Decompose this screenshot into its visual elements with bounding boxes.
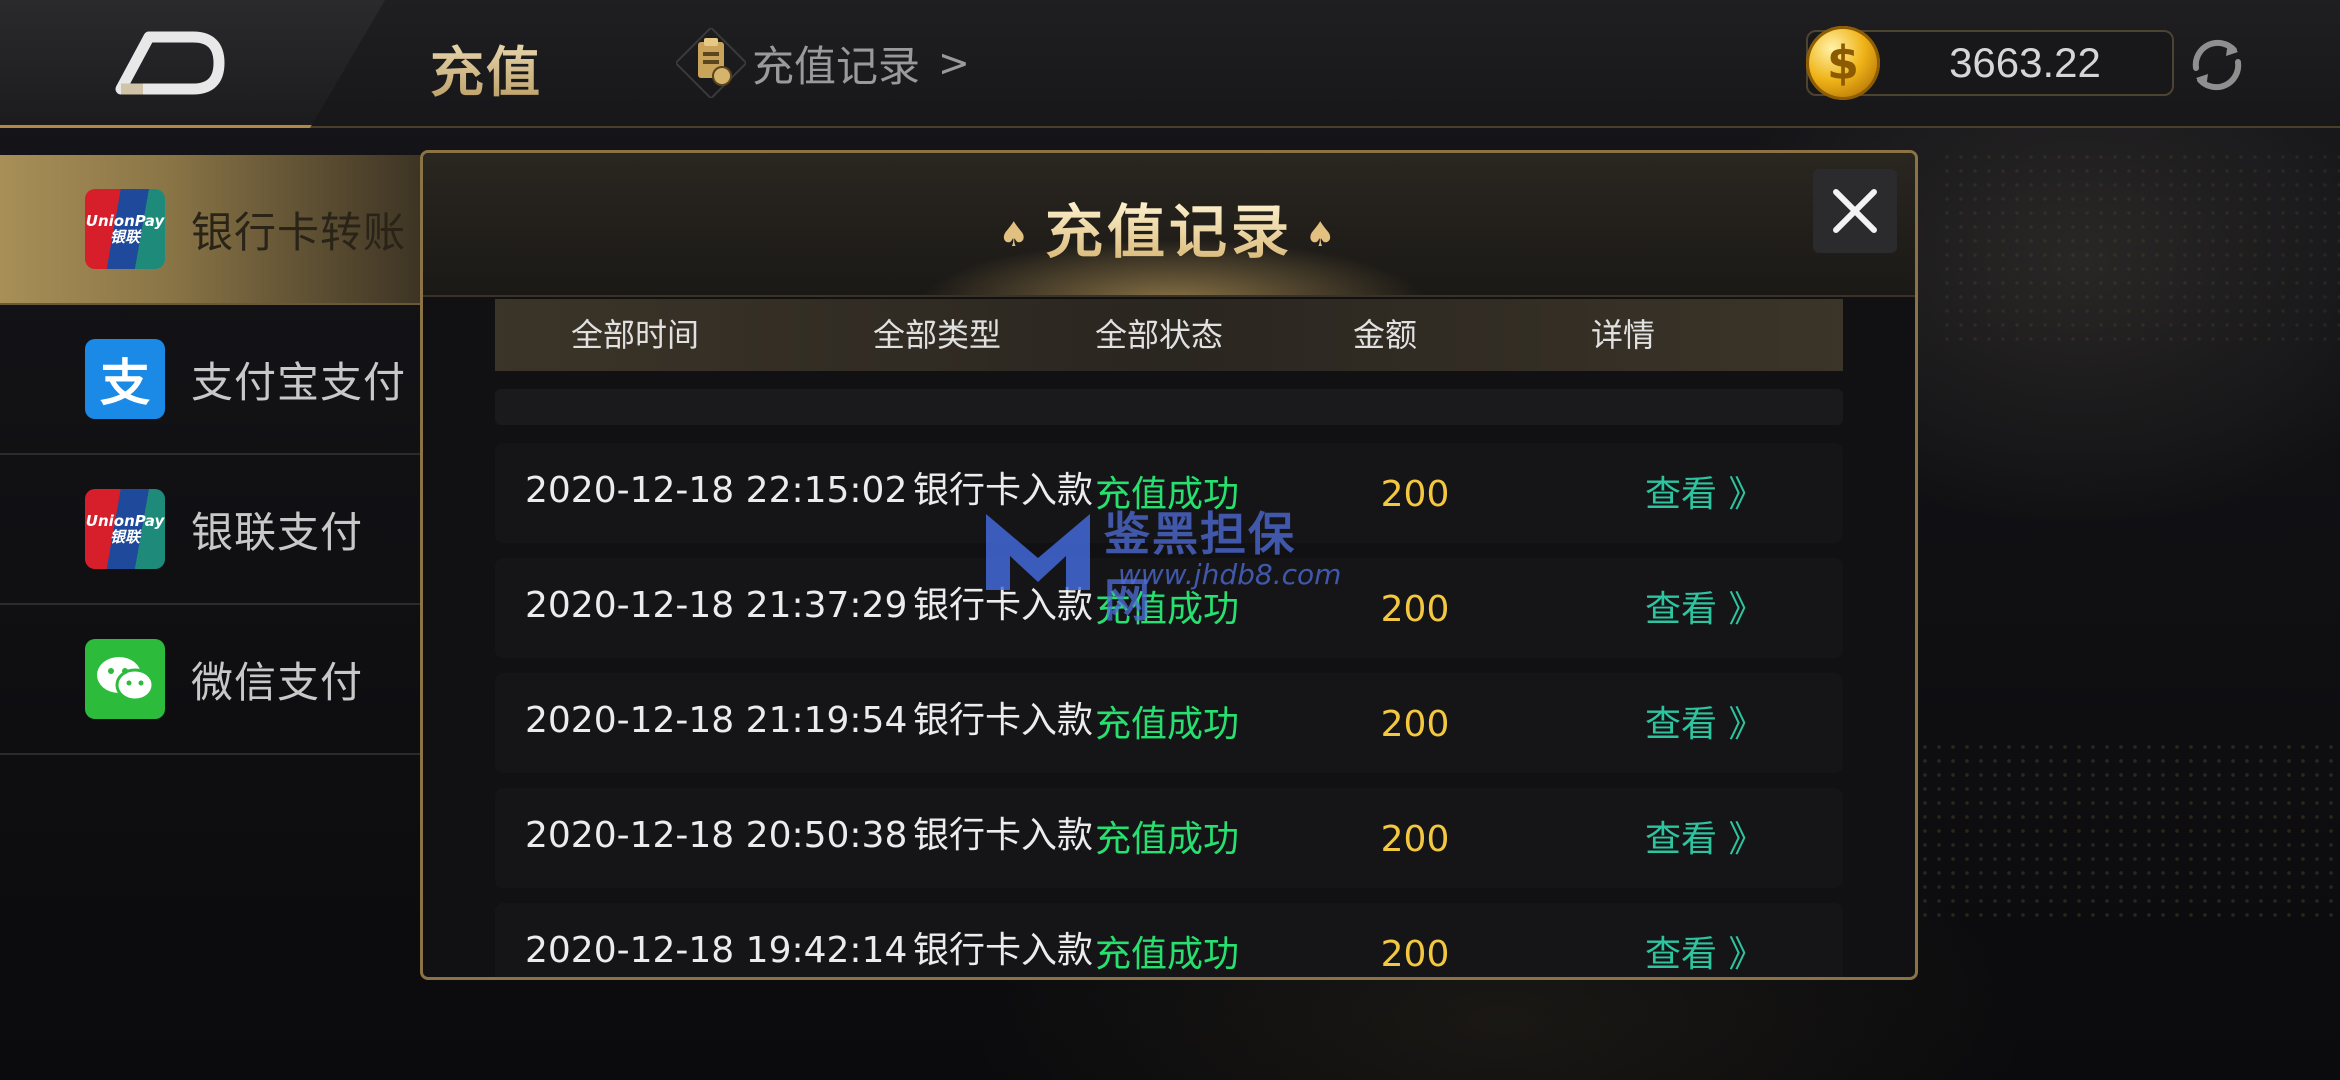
dialog-title-text: 充值记录 — [1044, 198, 1293, 266]
table-row: 2020-12-18 19:42:14 银行卡入款 充值成功 200 查看 》 — [495, 903, 1843, 977]
table-row: 2020-12-18 21:19:54 银行卡入款 充值成功 200 查看 》 — [495, 673, 1843, 773]
app-root: 充值 充值记录 > $ 3663.22 UnionPay 银联 银行卡转账 支 … — [0, 0, 2340, 1080]
row-status: 充值成功 — [1094, 934, 1239, 975]
back-icon — [115, 31, 225, 95]
background-dots — [1940, 150, 2340, 350]
coin-icon: $ — [1806, 26, 1880, 100]
view-detail-link[interactable]: 查看 》 — [1645, 558, 1764, 658]
top-bar: 充值 充值记录 > $ 3663.22 — [0, 0, 2340, 128]
row-amount: 200 — [1380, 934, 1450, 975]
filter-status[interactable]: 全部状态 — [1079, 299, 1239, 371]
row-time: 2020-12-18 20:50:38 — [525, 815, 908, 856]
row-status: 充值成功 — [1094, 819, 1239, 860]
row-status: 充值成功 — [1094, 589, 1239, 630]
table-row: 2020-12-18 21:37:29 银行卡入款 充值成功 200 查看 》 — [495, 558, 1843, 658]
close-icon — [1833, 189, 1877, 233]
back-button[interactable] — [100, 22, 240, 106]
sidebar-item-wechat[interactable]: 微信支付 — [0, 605, 420, 755]
table-row-partial — [495, 389, 1843, 425]
table-row: 2020-12-18 20:50:38 银行卡入款 充值成功 200 查看 》 — [495, 788, 1843, 888]
sidebar-item-unionpay[interactable]: UnionPay 银联 银联支付 — [0, 455, 420, 605]
sidebar-item-label: 微信支付 — [191, 657, 364, 707]
close-button[interactable] — [1813, 169, 1897, 253]
column-amount: 金额 — [1352, 316, 1417, 354]
page-title: 充值 — [430, 28, 542, 107]
alipay-icon: 支 — [85, 339, 165, 419]
unionpay-icon: UnionPay 银联 — [85, 489, 165, 569]
view-detail-link[interactable]: 查看 》 — [1645, 673, 1764, 773]
record-icon — [676, 28, 746, 98]
spade-icon: ♠ — [1305, 215, 1340, 255]
row-status: 充值成功 — [1094, 474, 1239, 515]
view-detail-link[interactable]: 查看 》 — [1645, 443, 1764, 543]
balance-value: 3663.22 — [1949, 39, 2101, 86]
row-amount: 200 — [1380, 819, 1450, 860]
wechat-icon — [85, 639, 165, 719]
sidebar-item-label: 银联支付 — [191, 507, 364, 557]
view-detail-link[interactable]: 查看 》 — [1645, 788, 1764, 888]
sidebar-item-bank-transfer[interactable]: UnionPay 银联 银行卡转账 — [0, 155, 420, 305]
refresh-icon — [2192, 39, 2242, 91]
row-status: 充值成功 — [1094, 704, 1239, 745]
row-amount: 200 — [1380, 589, 1450, 630]
chevron-right-icon: > — [938, 41, 970, 85]
unionpay-icon: UnionPay 银联 — [85, 189, 165, 269]
filter-type[interactable]: 全部类型 — [857, 299, 1017, 371]
view-detail-link[interactable]: 查看 》 — [1645, 903, 1764, 977]
sidebar-item-label: 支付宝支付 — [191, 357, 407, 407]
table-header: 全部时间 全部类型 全部状态 金额 详情 — [495, 299, 1843, 371]
payment-method-sidebar: UnionPay 银联 银行卡转账 支 支付宝支付 UnionPay 银联 银联… — [0, 155, 420, 755]
row-time: 2020-12-18 19:42:14 — [525, 930, 908, 971]
row-time: 2020-12-18 21:37:29 — [525, 585, 908, 626]
filter-time[interactable]: 全部时间 — [555, 299, 715, 371]
table-row: 2020-12-18 22:15:02 银行卡入款 充值成功 200 查看 》 — [495, 443, 1843, 543]
recharge-record-link[interactable]: 充值记录 > — [676, 26, 970, 100]
background-dots — [1918, 740, 2338, 920]
sidebar-item-label: 银行卡转账 — [191, 207, 407, 257]
dialog-title: ♠ 充值记录 ♠ — [423, 185, 1915, 269]
row-time: 2020-12-18 21:19:54 — [525, 700, 908, 741]
column-detail: 详情 — [1590, 316, 1655, 354]
sidebar-item-alipay[interactable]: 支 支付宝支付 — [0, 305, 420, 455]
dialog-header: ♠ 充值记录 ♠ — [423, 153, 1915, 297]
refresh-button[interactable] — [2182, 30, 2252, 100]
recharge-record-dialog: ♠ 充值记录 ♠ 全部时间 全部类型 全部状态 金额 详情 2020-12-18 2… — [420, 150, 1918, 980]
row-time: 2020-12-18 22:15:02 — [525, 470, 908, 511]
spade-icon: ♠ — [998, 215, 1033, 255]
row-amount: 200 — [1380, 474, 1450, 515]
record-link-label: 充值记录 — [752, 41, 921, 91]
row-amount: 200 — [1380, 704, 1450, 745]
